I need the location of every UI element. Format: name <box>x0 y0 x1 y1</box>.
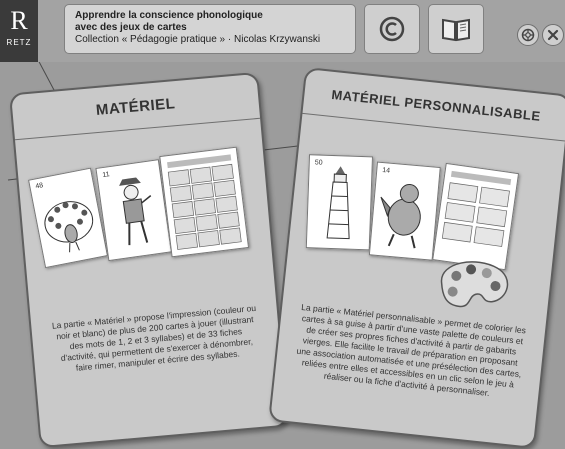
dragon-illustration <box>380 183 421 249</box>
collection-credit: Collection « Pédagogie pratique » · Nico… <box>75 34 321 45</box>
personnalisable-description: La partie « Matériel personnalisable » p… <box>296 301 527 398</box>
materiel-description: La partie « Matériel » propose l'impress… <box>51 302 257 373</box>
title-line-2: avec des jeux de cartes <box>75 22 187 33</box>
activity-sheet-grid <box>167 154 242 250</box>
help-icon <box>521 28 535 42</box>
close-button[interactable] <box>542 24 564 46</box>
copyright-icon <box>379 16 405 42</box>
palette-icon <box>440 261 509 308</box>
header-bar: R RETZ Apprendre la conscience phonologi… <box>0 0 565 62</box>
peacock-card-number: 48 <box>34 182 44 191</box>
lighthouse-illustration <box>326 166 350 240</box>
pirate-card-number: 11 <box>102 171 111 180</box>
copyright-button[interactable] <box>364 4 420 54</box>
dragon-card-number: 14 <box>381 167 391 175</box>
logo-letter: R <box>10 6 28 35</box>
main-area: MATÉRIEL 48 11 La partie « Matériel » pr… <box>0 62 565 449</box>
close-icon <box>547 29 559 41</box>
pirate-card: 11 <box>95 159 172 262</box>
materiel-card[interactable]: MATÉRIEL 48 11 La partie « Matériel » pr… <box>8 71 290 449</box>
dragon-card: 14 <box>368 161 441 261</box>
activity-sheet <box>159 146 250 258</box>
lighthouse-card: 50 <box>305 154 374 251</box>
peacock-card: 48 <box>28 167 109 269</box>
logo-text: RETZ <box>6 38 32 47</box>
book-icon <box>442 18 470 42</box>
title-line-1: Apprendre la conscience phonologique <box>75 10 263 21</box>
personnalisable-card[interactable]: MATÉRIEL PERSONNALISABLE 50 14 La partie… <box>268 66 565 449</box>
lighthouse-card-number: 50 <box>314 159 323 167</box>
title-panel: Apprendre la conscience phonologique ave… <box>64 4 356 54</box>
retz-logo[interactable]: R RETZ <box>0 0 38 62</box>
book-button[interactable] <box>428 4 484 54</box>
help-button[interactable] <box>517 24 539 46</box>
